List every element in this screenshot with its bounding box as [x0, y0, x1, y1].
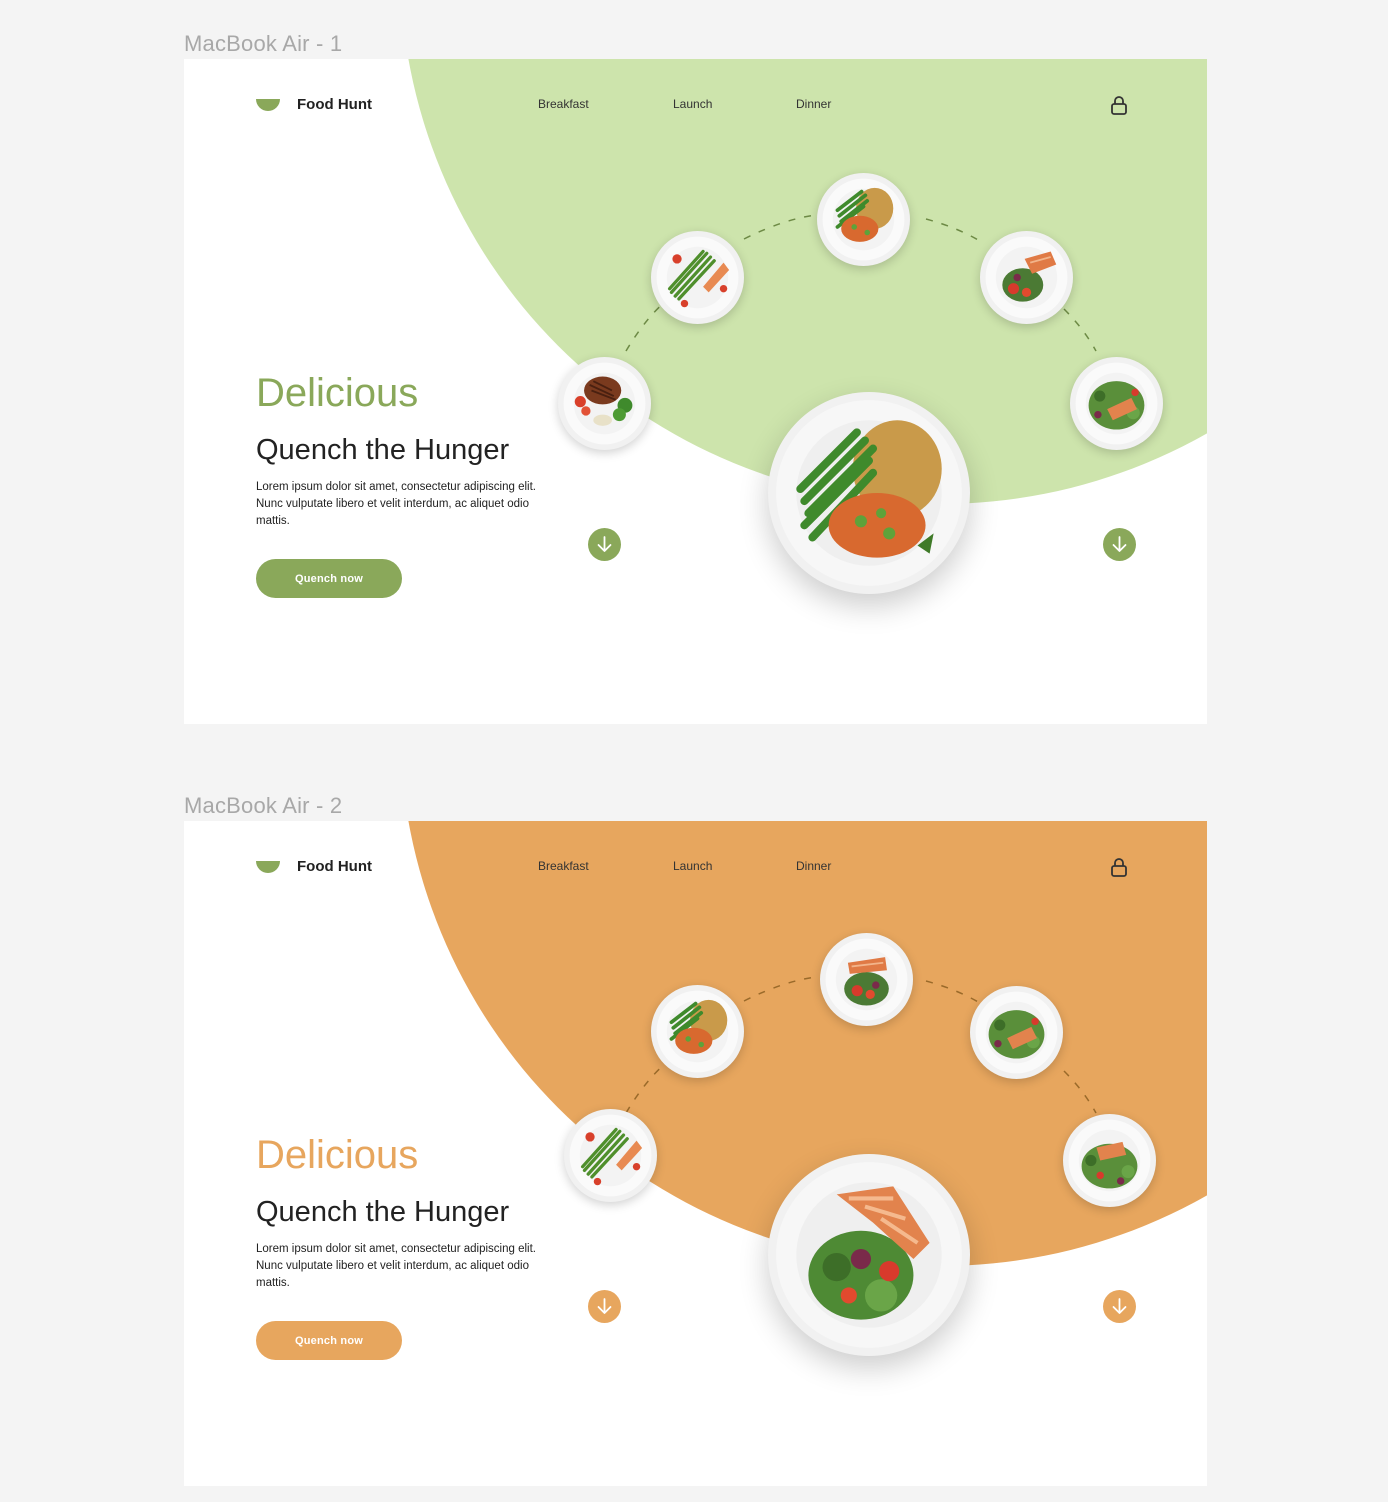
dish-orbit-path	[625, 214, 1097, 352]
dish-salmon-salad[interactable]	[970, 986, 1063, 1079]
dish-steak[interactable]	[558, 357, 651, 450]
dish-beans-rice[interactable]	[651, 985, 744, 1078]
featured-dish-salmon-salad	[768, 1154, 970, 1356]
arrow-down-icon[interactable]	[588, 1290, 621, 1323]
dish-asparagus-salmon[interactable]	[651, 231, 744, 324]
featured-dish-beans-rice	[768, 392, 970, 594]
dish-salmon-greens[interactable]	[1063, 1114, 1156, 1207]
dish-beans-rice[interactable]	[817, 173, 910, 266]
dish-orbit-path	[625, 976, 1097, 1114]
dish-salmon-mix[interactable]	[820, 933, 913, 1026]
dish-salmon-mix[interactable]	[980, 231, 1073, 324]
landing-frame-2: Food Hunt Breakfast Launch Dinner Delici…	[184, 821, 1207, 1486]
arrow-down-icon[interactable]	[588, 528, 621, 561]
arrow-down-icon[interactable]	[1103, 528, 1136, 561]
landing-frame-1: Food Hunt Breakfast Launch Dinner Delici…	[184, 59, 1207, 724]
dish-asparagus-salmon[interactable]	[564, 1109, 657, 1202]
frame-label: MacBook Air - 2	[184, 793, 343, 818]
frame-label: MacBook Air - 1	[184, 31, 343, 56]
dish-salmon-salad[interactable]	[1070, 357, 1163, 450]
arrow-down-icon[interactable]	[1103, 1290, 1136, 1323]
